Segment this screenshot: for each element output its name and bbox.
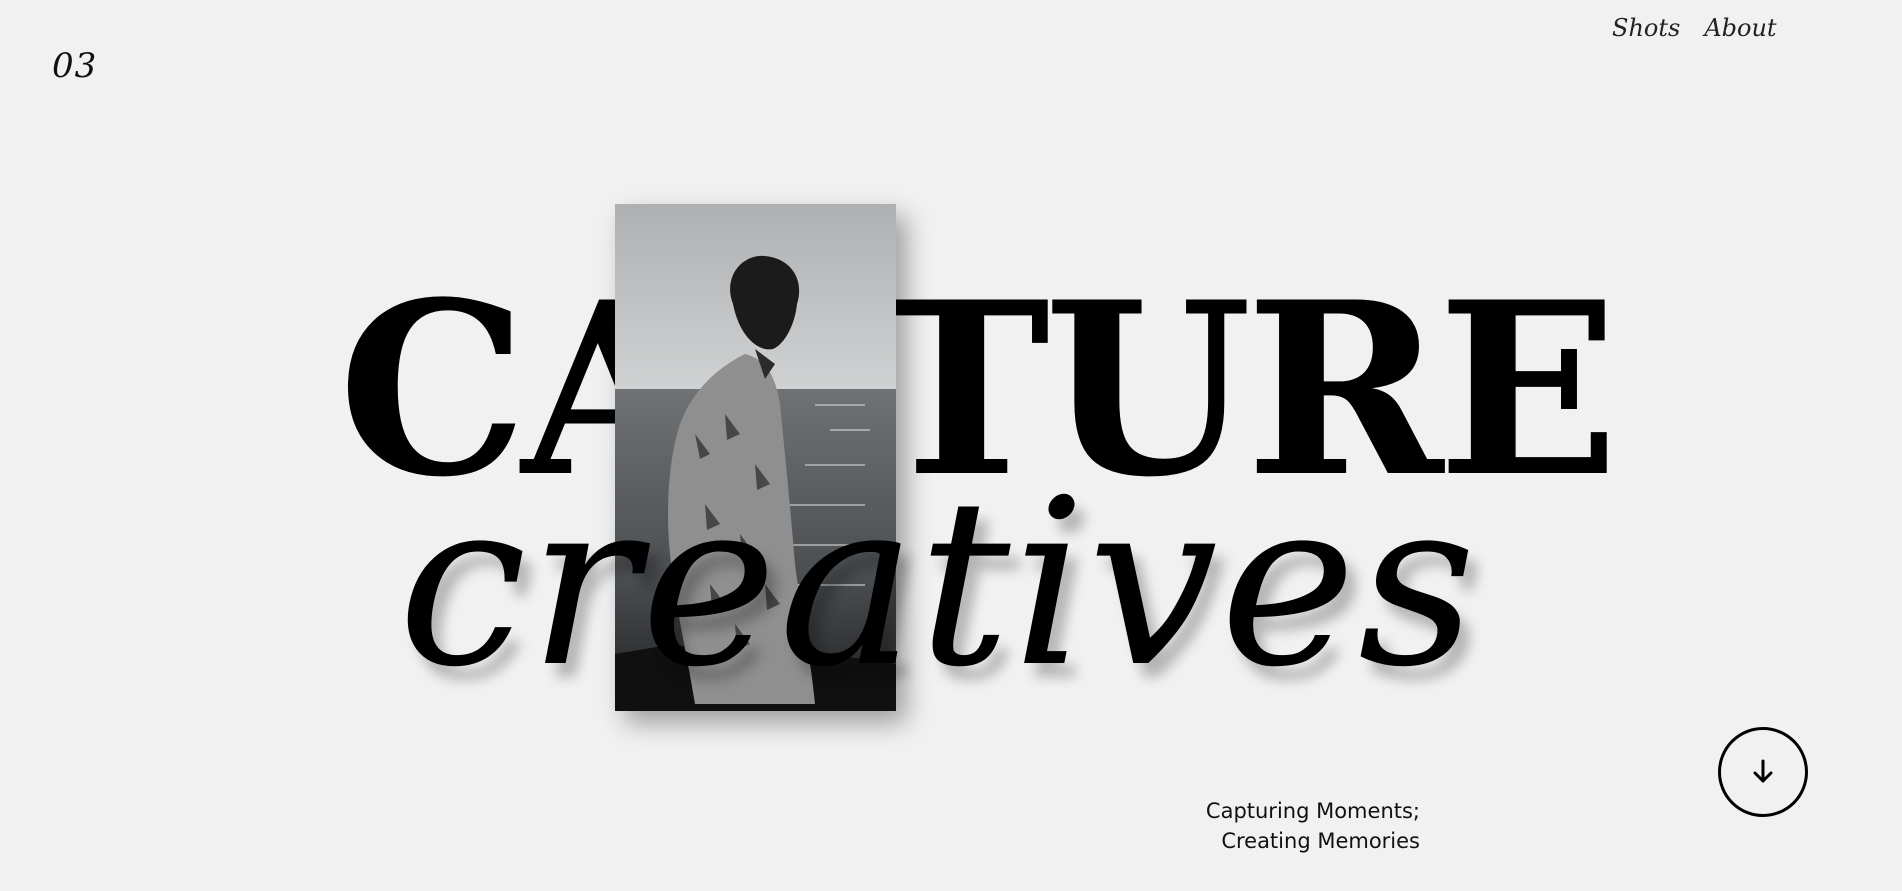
hero-script-word: creatives <box>398 451 1479 718</box>
arrow-down-icon <box>1753 759 1773 783</box>
tagline-line-2: Creating Memories <box>1221 829 1420 853</box>
hero-section: CAPTURE creatives Capturing Moments; Cre… <box>0 0 1902 891</box>
scroll-down-button[interactable] <box>1718 727 1808 817</box>
tagline-line-1: Capturing Moments; <box>1205 799 1420 823</box>
hero-tagline: Capturing Moments; Creating Memories <box>1196 796 1420 856</box>
